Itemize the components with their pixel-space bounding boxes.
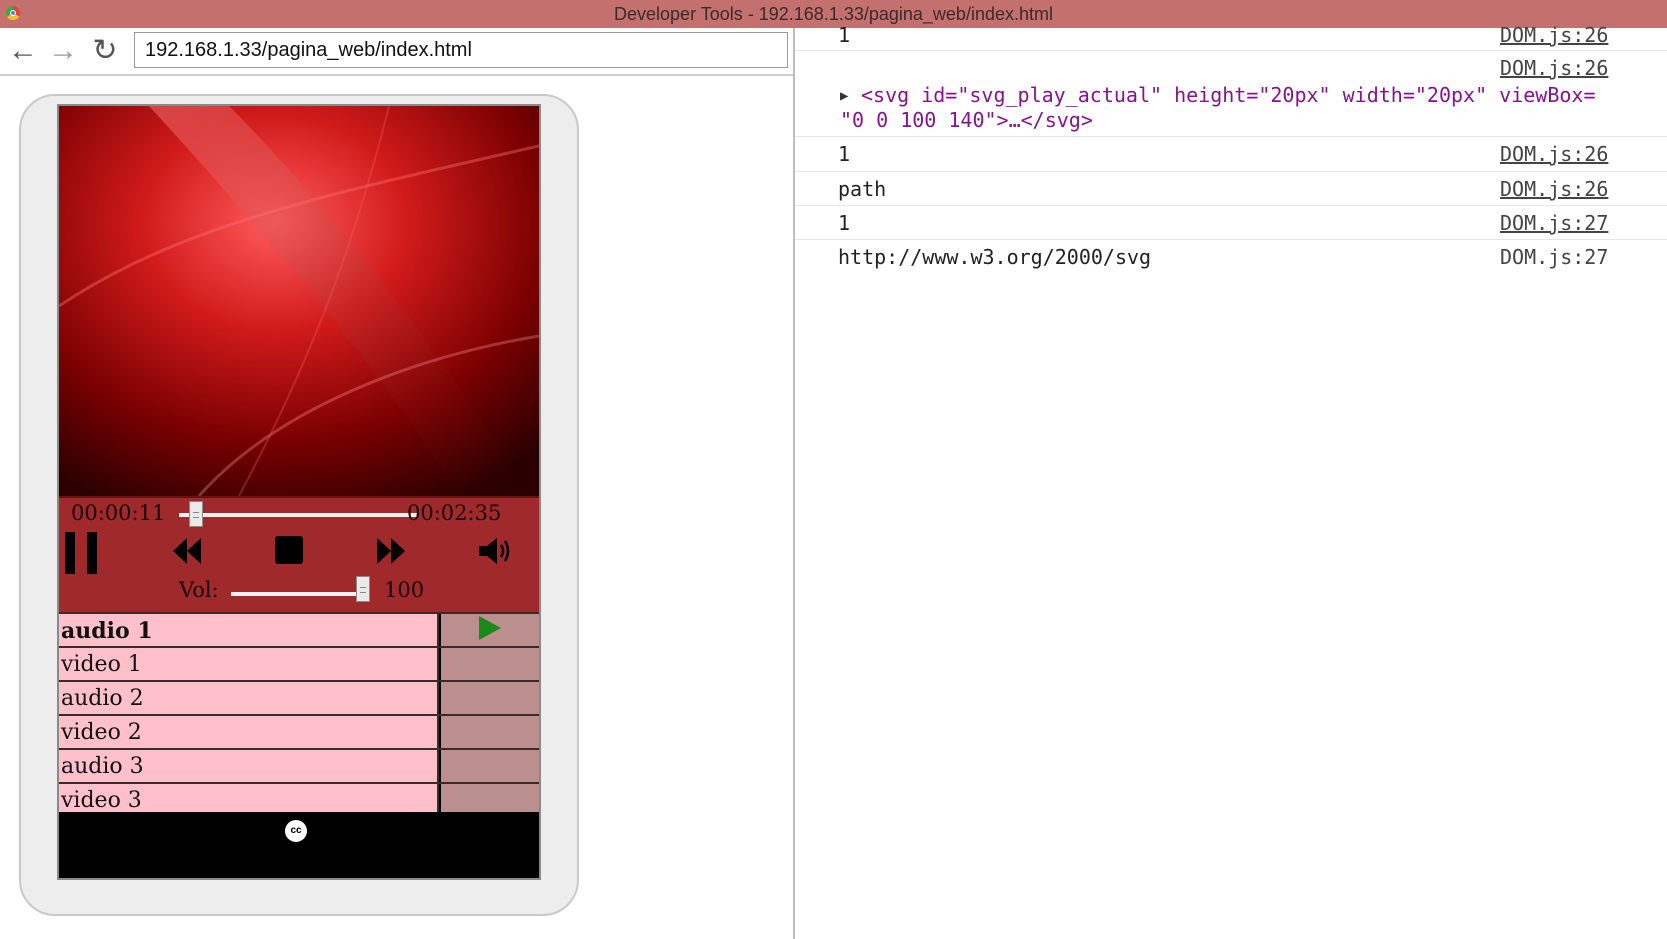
- play-indicator-icon: [479, 616, 501, 640]
- console-message: 1 DOM.js:26: [795, 23, 1667, 51]
- volume-slider[interactable]: [231, 592, 363, 596]
- console-source-link[interactable]: DOM.js:26: [1500, 56, 1608, 80]
- seek-slider[interactable]: [179, 513, 417, 517]
- speaker-icon[interactable]: [479, 536, 513, 566]
- address-bar[interactable]: 192.168.1.33/pagina_web/index.html: [134, 32, 788, 68]
- video-frame-artwork: [59, 106, 539, 496]
- playlist-item-status: [441, 614, 539, 646]
- console-message: 1 DOM.js:27: [795, 205, 1667, 240]
- console-message: http://www.w3.org/2000/svg DOM.js:27: [795, 239, 1667, 273]
- playlist-item[interactable]: video 2: [59, 714, 539, 748]
- console-message-text: 1: [838, 142, 851, 166]
- console-source-link[interactable]: DOM.js:26: [1500, 177, 1608, 201]
- console-svg-element[interactable]: <svg id="svg_play_actual" height="20px" …: [861, 83, 1596, 107]
- creative-commons-icon[interactable]: cc: [285, 820, 307, 842]
- back-arrow-icon[interactable]: ←: [6, 34, 40, 68]
- console-message: path DOM.js:26: [795, 171, 1667, 206]
- playlist-item[interactable]: audio 2: [59, 680, 539, 714]
- console-svg-element-cont: "0 0 100 140">…</svg>: [840, 108, 1093, 132]
- stop-icon[interactable]: [275, 536, 303, 564]
- console-source-link[interactable]: DOM.js:26: [1500, 23, 1608, 47]
- volume-value: 100: [384, 578, 425, 602]
- devtools-console: 1 DOM.js:26 DOM.js:26 ▶ <svg id="svg_pla…: [795, 23, 1667, 939]
- playlist-item[interactable]: video 3: [59, 782, 539, 816]
- playback-controls: Vol: 100: [59, 530, 539, 612]
- expand-triangle-icon[interactable]: ▶: [840, 88, 848, 104]
- window-title: Developer Tools - 192.168.1.33/pagina_we…: [614, 4, 1053, 24]
- playlist-item-status: [441, 648, 539, 680]
- playlist-item-label[interactable]: audio 2: [59, 682, 439, 714]
- playlist-item-label[interactable]: audio 1: [59, 614, 439, 646]
- playlist: audio 1 video 1 audio 2 video 2 audio 3 …: [59, 612, 539, 816]
- fast-forward-icon[interactable]: [377, 538, 407, 564]
- seek-slider-thumb[interactable]: [188, 501, 203, 527]
- playlist-item-label[interactable]: video 2: [59, 716, 439, 748]
- window-titlebar: Developer Tools - 192.168.1.33/pagina_we…: [0, 0, 1667, 28]
- console-message: DOM.js:26 ▶ <svg id="svg_play_actual" he…: [795, 50, 1667, 137]
- playlist-item[interactable]: audio 3: [59, 748, 539, 782]
- forward-arrow-icon[interactable]: →: [46, 34, 80, 68]
- media-player: 00:00:11 00:02:35 Vol: 100 audio 1 video…: [57, 104, 541, 880]
- video-display[interactable]: [59, 106, 539, 496]
- current-time: 00:00:11: [71, 501, 166, 525]
- console-source-link[interactable]: DOM.js:26: [1500, 142, 1608, 166]
- player-footer: cc: [59, 812, 539, 878]
- console-message-text: 1: [838, 211, 851, 235]
- console-message-text: http://www.w3.org/2000/svg: [838, 245, 1152, 269]
- playlist-item-status: [441, 716, 539, 748]
- playlist-item-label[interactable]: audio 3: [59, 750, 439, 782]
- pause-icon[interactable]: [65, 532, 99, 574]
- playlist-item-label[interactable]: video 1: [59, 648, 439, 680]
- navigation-bar: ← → ↻ 192.168.1.33/pagina_web/index.html: [0, 28, 793, 76]
- playlist-item[interactable]: video 1: [59, 646, 539, 680]
- console-source-link[interactable]: DOM.js:27: [1500, 245, 1608, 269]
- console-message-text: path: [838, 177, 887, 201]
- reload-icon[interactable]: ↻: [88, 34, 122, 68]
- volume-label: Vol:: [179, 578, 219, 602]
- duration-time: 00:02:35: [407, 501, 502, 525]
- rewind-icon[interactable]: [173, 538, 203, 564]
- console-message: 1 DOM.js:26: [795, 136, 1667, 172]
- playlist-item[interactable]: audio 1: [59, 612, 539, 646]
- playlist-item-status: [441, 750, 539, 782]
- console-message-text: 1: [838, 23, 851, 47]
- playlist-item-status: [441, 682, 539, 714]
- console-source-link[interactable]: DOM.js:27: [1500, 211, 1608, 235]
- progress-bar-row: 00:00:11 00:02:35: [59, 496, 539, 530]
- volume-slider-thumb[interactable]: [356, 576, 370, 602]
